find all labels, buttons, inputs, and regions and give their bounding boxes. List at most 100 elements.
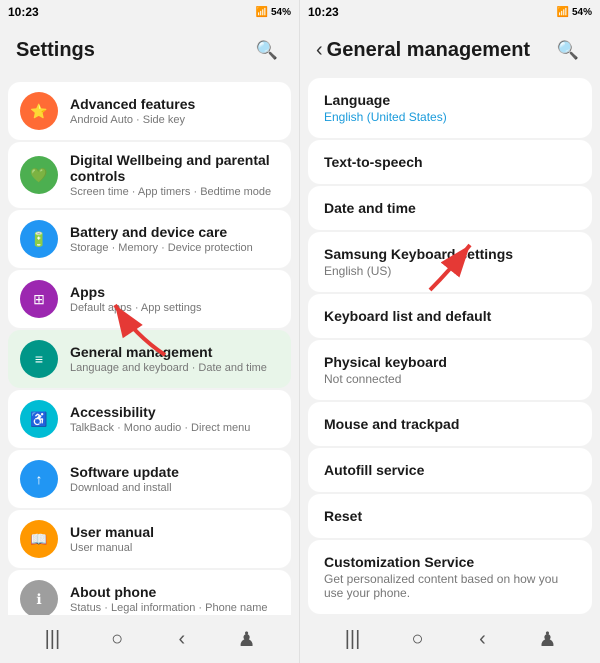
item-title-software: Software update xyxy=(70,464,279,480)
gm-title-mouse: Mouse and trackpad xyxy=(324,416,576,432)
gm-subtitle-samsung_keyboard: English (US) xyxy=(324,264,576,278)
battery-right: 54% xyxy=(572,7,592,18)
settings-item-battery[interactable]: 🔋 Battery and device care Storage · Memo… xyxy=(8,210,291,268)
gm-item-keyboard_list[interactable]: Keyboard list and default xyxy=(308,294,592,338)
gm-item-tts[interactable]: Text-to-speech xyxy=(308,140,592,184)
status-bar-left: 10:23 📶 54% xyxy=(0,0,299,24)
settings-item-about[interactable]: ℹ About phone Status · Legal information… xyxy=(8,570,291,615)
gm-title-samsung_keyboard: Samsung Keyboard settings xyxy=(324,246,576,262)
left-header-icons: 🔍 xyxy=(251,34,283,66)
item-title-about: About phone xyxy=(70,584,279,600)
nav-assist-left[interactable]: ♟ xyxy=(227,619,267,659)
item-title-advanced: Advanced features xyxy=(70,96,279,112)
nav-assist-right[interactable]: ♟ xyxy=(528,619,568,659)
item-title-accessibility: Accessibility xyxy=(70,404,279,420)
nav-home-right[interactable]: ○ xyxy=(398,619,438,659)
item-text-software: Software update Download and install xyxy=(70,464,279,494)
item-subtitle-accessibility: TalkBack · Mono audio · Direct menu xyxy=(70,422,279,434)
gm-item-physical_keyboard[interactable]: Physical keyboard Not connected xyxy=(308,340,592,400)
status-bar-right: 10:23 📶 54% xyxy=(300,0,600,24)
item-text-about: About phone Status · Legal information ·… xyxy=(70,584,279,614)
gm-item-autofill[interactable]: Autofill service xyxy=(308,448,592,492)
status-icons-left: 📶 54% xyxy=(256,7,291,18)
time-right: 10:23 xyxy=(308,5,339,19)
time-left: 10:23 xyxy=(8,5,39,19)
gm-title-keyboard_list: Keyboard list and default xyxy=(324,308,576,324)
bottom-nav-right: ||| ○ ‹ ♟ xyxy=(300,615,600,663)
item-title-battery: Battery and device care xyxy=(70,224,279,240)
settings-item-advanced[interactable]: ⭐ Advanced features Android Auto · Side … xyxy=(8,82,291,140)
gm-item-datetime[interactable]: Date and time xyxy=(308,186,592,230)
item-subtitle-manual: User manual xyxy=(70,542,279,554)
item-text-accessibility: Accessibility TalkBack · Mono audio · Di… xyxy=(70,404,279,434)
item-text-manual: User manual User manual xyxy=(70,524,279,554)
signal-icon-left: 📶 xyxy=(256,7,268,18)
gm-title-language: Language xyxy=(324,92,576,108)
nav-recent-left[interactable]: ||| xyxy=(32,619,72,659)
item-text-wellbeing: Digital Wellbeing and parental controls … xyxy=(70,152,279,198)
item-icon-apps: ⊞ xyxy=(20,280,58,318)
gm-title-tts: Text-to-speech xyxy=(324,154,576,170)
item-text-apps: Apps Default apps · App settings xyxy=(70,284,279,314)
gm-title-physical_keyboard: Physical keyboard xyxy=(324,354,576,370)
item-title-apps: Apps xyxy=(70,284,279,300)
item-subtitle-advanced: Android Auto · Side key xyxy=(70,114,279,126)
item-icon-manual: 📖 xyxy=(20,520,58,558)
item-subtitle-apps: Default apps · App settings xyxy=(70,302,279,314)
item-subtitle-wellbeing: Screen time · App timers · Bedtime mode xyxy=(70,186,279,198)
item-text-advanced: Advanced features Android Auto · Side ke… xyxy=(70,96,279,126)
gm-title-customization: Customization Service xyxy=(324,554,576,570)
gm-title-autofill: Autofill service xyxy=(324,462,576,478)
nav-recent-right[interactable]: ||| xyxy=(333,619,373,659)
gm-subtitle-customization: Get personalized content based on how yo… xyxy=(324,572,576,600)
item-title-wellbeing: Digital Wellbeing and parental controls xyxy=(70,152,279,184)
item-icon-wellbeing: 💚 xyxy=(20,156,58,194)
gm-item-language[interactable]: Language English (United States) xyxy=(308,78,592,138)
search-icon-left[interactable]: 🔍 xyxy=(251,34,283,66)
nav-home-left[interactable]: ○ xyxy=(97,619,137,659)
battery-left: 54% xyxy=(271,7,291,18)
item-text-general: General management Language and keyboard… xyxy=(70,344,279,374)
nav-back-right[interactable]: ‹ xyxy=(463,619,503,659)
right-panel: 10:23 📶 54% ‹ General management 🔍 Langu… xyxy=(300,0,600,663)
settings-item-general[interactable]: ≡ General management Language and keyboa… xyxy=(8,330,291,388)
nav-back-left[interactable]: ‹ xyxy=(162,619,202,659)
item-subtitle-software: Download and install xyxy=(70,482,279,494)
right-header-left: ‹ General management xyxy=(316,39,530,62)
item-subtitle-about: Status · Legal information · Phone name xyxy=(70,602,279,614)
left-header: Settings 🔍 xyxy=(0,24,299,76)
panels-wrapper: 10:23 📶 54% Settings 🔍 ⭐ Advanced featur… xyxy=(0,0,600,663)
gm-subtitle-physical_keyboard: Not connected xyxy=(324,372,576,386)
gm-subtitle-language: English (United States) xyxy=(324,110,576,124)
gm-list: Language English (United States) Text-to… xyxy=(300,76,600,615)
gm-title-reset: Reset xyxy=(324,508,576,524)
right-header: ‹ General management 🔍 xyxy=(300,24,600,76)
item-icon-software: ↑ xyxy=(20,460,58,498)
search-icon-right[interactable]: 🔍 xyxy=(552,34,584,66)
gm-item-reset[interactable]: Reset xyxy=(308,494,592,538)
item-subtitle-battery: Storage · Memory · Device protection xyxy=(70,242,279,254)
back-button[interactable]: ‹ xyxy=(316,39,323,62)
item-subtitle-general: Language and keyboard · Date and time xyxy=(70,362,279,374)
settings-item-apps[interactable]: ⊞ Apps Default apps · App settings xyxy=(8,270,291,328)
item-icon-advanced: ⭐ xyxy=(20,92,58,130)
general-management-title: General management xyxy=(327,39,530,62)
bottom-nav-left: ||| ○ ‹ ♟ xyxy=(0,615,299,663)
item-text-battery: Battery and device care Storage · Memory… xyxy=(70,224,279,254)
settings-item-wellbeing[interactable]: 💚 Digital Wellbeing and parental control… xyxy=(8,142,291,208)
item-icon-general: ≡ xyxy=(20,340,58,378)
settings-item-accessibility[interactable]: ♿ Accessibility TalkBack · Mono audio · … xyxy=(8,390,291,448)
left-panel: 10:23 📶 54% Settings 🔍 ⭐ Advanced featur… xyxy=(0,0,300,663)
item-icon-about: ℹ xyxy=(20,580,58,615)
item-icon-accessibility: ♿ xyxy=(20,400,58,438)
item-title-general: General management xyxy=(70,344,279,360)
gm-title-datetime: Date and time xyxy=(324,200,576,216)
gm-item-customization[interactable]: Customization Service Get personalized c… xyxy=(308,540,592,614)
settings-item-manual[interactable]: 📖 User manual User manual xyxy=(8,510,291,568)
gm-item-mouse[interactable]: Mouse and trackpad xyxy=(308,402,592,446)
signal-icon-right: 📶 xyxy=(557,7,569,18)
item-icon-battery: 🔋 xyxy=(20,220,58,258)
settings-title: Settings xyxy=(16,39,95,62)
settings-item-software[interactable]: ↑ Software update Download and install xyxy=(8,450,291,508)
gm-item-samsung_keyboard[interactable]: Samsung Keyboard settings English (US) xyxy=(308,232,592,292)
